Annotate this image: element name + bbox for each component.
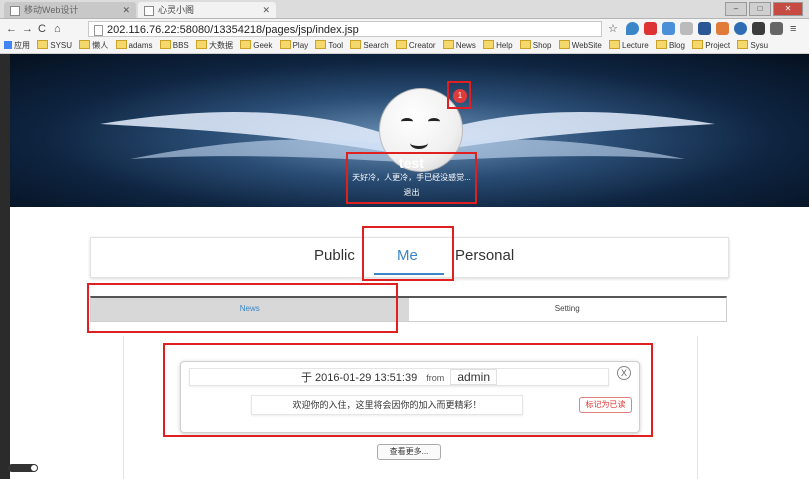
bookmark-folder[interactable]: WebSite <box>558 39 602 53</box>
adblock-extension-icon[interactable] <box>644 22 657 35</box>
folder-icon <box>558 40 570 49</box>
bookmark-folder[interactable]: Sysu <box>737 39 768 53</box>
folder-icon <box>279 40 291 49</box>
folder-icon <box>395 40 407 49</box>
bookmark-folder[interactable]: Blog <box>655 39 685 53</box>
extension-icon[interactable] <box>662 22 675 35</box>
bookmark-folder[interactable]: Tool <box>315 39 343 53</box>
view-more-button[interactable]: 查看更多... <box>377 444 441 460</box>
extension-icon[interactable] <box>698 22 711 35</box>
bookmark-star-icon[interactable]: ☆ <box>608 21 618 37</box>
tab-personal[interactable]: Personal <box>455 247 514 264</box>
folder-icon <box>196 40 207 49</box>
reload-icon[interactable]: C <box>38 21 46 37</box>
maximize-icon[interactable]: □ <box>749 2 771 16</box>
page-icon <box>144 6 154 16</box>
user-motto: 天好冷，人更冷，手已经没感觉... <box>352 173 471 182</box>
bookmark-folder[interactable]: News <box>442 39 476 53</box>
address-bar[interactable]: 202.116.76.22:58080/13354218/pages/jsp/i… <box>88 21 602 37</box>
tab-public[interactable]: Public <box>314 247 355 264</box>
annotation-highlight <box>362 226 454 281</box>
folder-icon <box>692 40 704 49</box>
folder-icon <box>315 40 327 49</box>
annotation-highlight <box>447 81 471 109</box>
folder-icon <box>655 40 667 49</box>
annotation-highlight <box>87 283 398 333</box>
tab-setting[interactable]: Setting <box>409 298 727 321</box>
avatar-eye <box>401 118 413 125</box>
folder-icon <box>519 40 531 49</box>
page-icon <box>94 25 103 36</box>
browser-tab-strip: 移动Web设计 ✕ 心灵小阁 ✕ – □ ✕ <box>0 0 809 19</box>
bookmark-folder[interactable]: Play <box>279 39 308 53</box>
apps-icon <box>4 41 12 49</box>
drop-extension-icon[interactable] <box>626 22 639 35</box>
bookmark-folder[interactable]: Lecture <box>609 39 649 53</box>
bookmark-folder[interactable]: BBS <box>159 39 189 53</box>
bookmark-folder[interactable]: SYSU <box>37 39 72 53</box>
user-info-panel: test 天好冷，人更冷，手已经没感觉... 退出 <box>346 152 477 204</box>
close-tab-icon[interactable]: ✕ <box>122 2 130 18</box>
back-icon[interactable]: ← <box>6 21 17 37</box>
bookmark-folder[interactable]: Help <box>483 39 513 53</box>
avatar-eye <box>428 118 440 125</box>
close-tab-icon[interactable]: ✕ <box>262 2 270 18</box>
bookmark-folder[interactable]: Creator <box>395 39 436 53</box>
logout-link[interactable]: 退出 <box>348 187 475 199</box>
page-icon <box>10 6 20 16</box>
menu-icon[interactable]: ≡ <box>790 21 796 37</box>
browser-tab-label: 移动Web设计 <box>24 5 79 15</box>
browser-tab-label: 心灵小阁 <box>158 5 195 15</box>
folder-icon <box>159 40 171 49</box>
bookmark-folder[interactable]: 懒人 <box>79 39 108 53</box>
avatar-mouth <box>410 137 428 149</box>
address-bar-url: 202.116.76.22:58080/13354218/pages/jsp/i… <box>107 24 359 36</box>
window-close-icon[interactable]: ✕ <box>773 2 803 16</box>
folder-icon <box>115 40 127 49</box>
bookmark-folder[interactable]: 大数据 <box>196 39 233 53</box>
bookmark-apps[interactable]: 应用 <box>0 39 30 53</box>
minimize-icon[interactable]: – <box>725 2 747 16</box>
window-controls: – □ ✕ <box>725 2 803 16</box>
profile-banner: 1 test 天好冷，人更冷，手已经没感觉... 退出 <box>10 54 809 207</box>
browser-tab-inactive[interactable]: 移动Web设计 ✕ <box>4 2 136 18</box>
folder-icon <box>483 40 495 49</box>
bookmarks-bar: 应用 SYSU 懒人 adams BBS 大数据 Geek Play Tool … <box>0 39 809 54</box>
bookmark-folder[interactable]: Geek <box>240 39 272 53</box>
bookmark-folder[interactable]: adams <box>115 39 153 53</box>
folder-icon <box>609 40 621 49</box>
download-extension-icon[interactable] <box>680 22 693 35</box>
bookmark-folder[interactable]: Shop <box>519 39 551 53</box>
folder-icon <box>37 40 49 49</box>
forward-icon[interactable]: → <box>22 21 33 37</box>
folder-icon <box>350 40 362 49</box>
toggle-knob <box>31 465 37 471</box>
extension-icon[interactable] <box>716 22 729 35</box>
extension-icon[interactable] <box>770 22 783 35</box>
username: test <box>399 155 424 171</box>
folder-icon <box>442 40 454 49</box>
extension-icon[interactable] <box>734 22 747 35</box>
folder-icon <box>240 40 252 49</box>
left-edge <box>0 54 10 479</box>
bookmark-folder[interactable]: Search <box>350 39 389 53</box>
browser-toolbar: ← → C ⌂ 202.116.76.22:58080/13354218/pag… <box>0 19 809 39</box>
folder-icon <box>737 40 749 49</box>
browser-tab-active[interactable]: 心灵小阁 ✕ <box>138 2 276 18</box>
annotation-highlight <box>163 343 653 437</box>
home-icon[interactable]: ⌂ <box>54 21 61 37</box>
extension-icon[interactable] <box>752 22 765 35</box>
folder-icon <box>79 40 91 49</box>
toggle-switch[interactable] <box>8 464 38 472</box>
bookmark-folder[interactable]: Project <box>692 39 730 53</box>
